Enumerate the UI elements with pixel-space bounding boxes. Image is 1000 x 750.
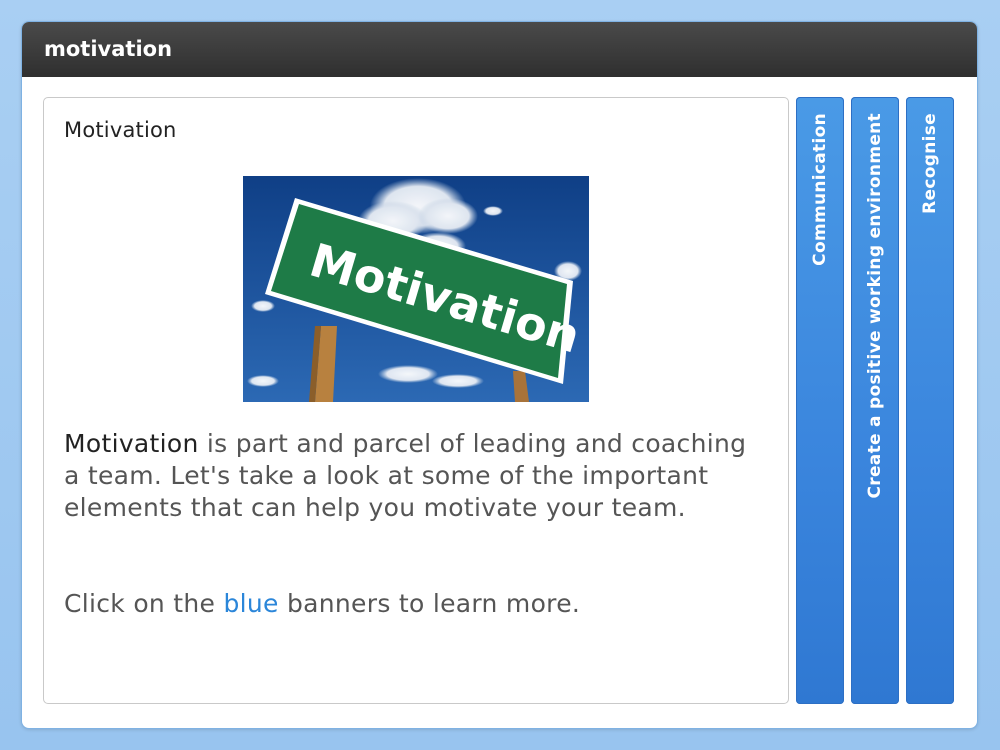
intro-lead-word: Motivation <box>64 429 199 458</box>
banner-label-communication: Communication <box>810 113 830 266</box>
window-title: motivation <box>22 22 977 77</box>
instruction-pre: Click on the <box>64 589 224 618</box>
content-panel: Motivation Motivation Motivation is part… <box>43 97 789 704</box>
banner-communication[interactable]: Communication <box>796 97 844 704</box>
instruction-blue-word: blue <box>223 589 279 618</box>
intro-paragraph: Motivation is part and parcel of leading… <box>64 428 764 524</box>
banner-recognise[interactable]: Recognise <box>906 97 954 704</box>
instruction-text: Click on the blue banners to learn more. <box>64 588 580 620</box>
banner-label-positive-environment: Create a positive working environment <box>865 113 885 499</box>
banner-label-recognise: Recognise <box>920 113 940 214</box>
content-heading: Motivation <box>64 118 177 142</box>
instruction-post: banners to learn more. <box>278 589 581 618</box>
banner-positive-environment[interactable]: Create a positive working environment <box>851 97 899 704</box>
motivation-sign-image: Motivation <box>243 176 589 402</box>
course-window: motivation Motivation Motivation Motivat… <box>22 22 977 728</box>
